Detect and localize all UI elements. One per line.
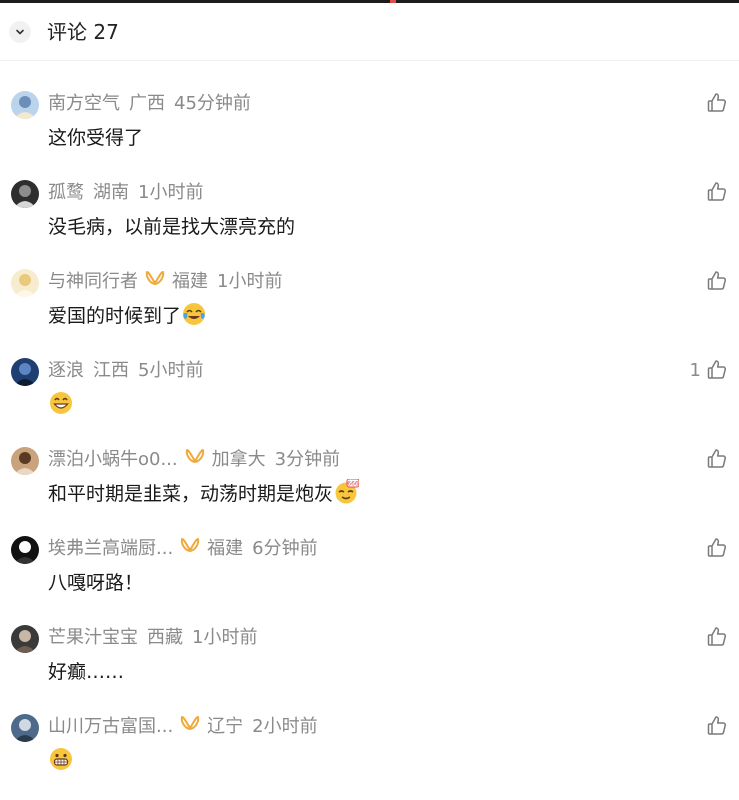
thumbs-up-icon bbox=[707, 360, 727, 379]
fan-badge bbox=[145, 269, 165, 292]
thumbs-up-icon bbox=[707, 449, 727, 468]
location: 福建 bbox=[207, 538, 244, 559]
avatar[interactable] bbox=[11, 180, 39, 208]
avatar[interactable] bbox=[11, 91, 39, 119]
like-button[interactable] bbox=[705, 624, 729, 650]
username[interactable]: 孤鹜 bbox=[48, 178, 84, 204]
chevron-down-icon bbox=[16, 29, 24, 35]
comment-text bbox=[48, 388, 74, 418]
thumbs-up-icon bbox=[707, 271, 727, 290]
comment-item[interactable]: 芒果汁宝宝 西藏 1小时前 好癫…… bbox=[0, 621, 739, 710]
avatar[interactable] bbox=[11, 714, 39, 742]
username[interactable]: 芒果汁宝宝 bbox=[48, 623, 138, 649]
comment-text: 爱国的时候到了 bbox=[48, 299, 207, 329]
comment-meta: 埃弗兰高端厨... 福建 6分钟前 bbox=[48, 534, 318, 560]
comment-meta: 漂泊小蜗牛o0... 加拿大 3分钟前 bbox=[48, 445, 340, 471]
comment-item[interactable]: 逐浪 江西 5小时前 1 bbox=[0, 354, 739, 443]
like-button[interactable] bbox=[705, 268, 729, 294]
username[interactable]: 山川万古富国... bbox=[48, 712, 173, 738]
timestamp: 1小时前 bbox=[138, 182, 204, 203]
header-divider bbox=[0, 60, 739, 61]
comment-body: 爱国的时候到了 bbox=[48, 304, 182, 327]
comment-text: 没毛病，以前是找大漂亮充的 bbox=[48, 210, 295, 240]
username[interactable]: 漂泊小蜗牛o0... bbox=[48, 445, 178, 471]
location: 广西 bbox=[129, 93, 165, 114]
fan-badge-icon bbox=[180, 715, 200, 730]
timestamp: 1小时前 bbox=[217, 271, 283, 292]
fan-badge bbox=[180, 536, 200, 559]
svg-text:666: 666 bbox=[347, 481, 359, 488]
grinning-face-emoji bbox=[50, 392, 72, 414]
666-face-emoji: 666 bbox=[335, 479, 360, 504]
thumbs-up-icon bbox=[707, 716, 727, 735]
like-button[interactable] bbox=[705, 90, 729, 116]
like-count: 1 bbox=[689, 359, 701, 381]
fan-badge bbox=[185, 447, 205, 470]
avatar[interactable] bbox=[11, 625, 39, 653]
like-button[interactable] bbox=[705, 179, 729, 205]
thumbs-up-icon bbox=[707, 182, 727, 201]
comment-item[interactable]: 山川万古富国... 辽宁 2小时前 bbox=[0, 710, 739, 799]
timestamp: 5小时前 bbox=[138, 360, 204, 381]
avatar[interactable] bbox=[11, 269, 39, 297]
location: 湖南 bbox=[93, 182, 129, 203]
comment-text bbox=[48, 744, 74, 774]
timestamp: 1小时前 bbox=[192, 627, 258, 648]
location: 江西 bbox=[93, 360, 129, 381]
comment-body: 好癫…… bbox=[48, 660, 125, 683]
collapse-button[interactable] bbox=[9, 21, 31, 43]
location: 福建 bbox=[172, 271, 208, 292]
like-button[interactable]: 1 bbox=[690, 357, 729, 383]
fan-badge-icon bbox=[180, 537, 200, 552]
avatar[interactable] bbox=[11, 447, 39, 475]
comment-item[interactable]: 南方空气 广西 45分钟前 这你受得了 bbox=[0, 87, 739, 176]
fan-badge-icon bbox=[145, 270, 165, 285]
like-button[interactable] bbox=[705, 446, 729, 472]
username[interactable]: 埃弗兰高端厨... bbox=[48, 534, 173, 560]
thumbs-up-icon bbox=[707, 627, 727, 646]
like-button[interactable] bbox=[705, 713, 729, 739]
avatar[interactable] bbox=[11, 536, 39, 564]
like-button[interactable] bbox=[705, 535, 729, 561]
fan-badge-icon bbox=[185, 448, 204, 463]
timestamp: 2小时前 bbox=[252, 716, 318, 737]
comment-meta: 山川万古富国... 辽宁 2小时前 bbox=[48, 712, 318, 738]
thumbs-up-icon bbox=[707, 93, 727, 112]
username[interactable]: 逐浪 bbox=[48, 356, 84, 382]
comment-meta: 芒果汁宝宝 西藏 1小时前 bbox=[48, 623, 257, 649]
comment-body: 八嘎呀路！ bbox=[48, 571, 144, 594]
thumbs-up-icon bbox=[707, 538, 727, 557]
comments-title: 评论 27 bbox=[47, 20, 119, 44]
comment-meta: 与神同行者 福建 1小时前 bbox=[48, 267, 282, 293]
fan-badge bbox=[180, 714, 200, 737]
location: 辽宁 bbox=[207, 716, 244, 737]
username[interactable]: 南方空气 bbox=[48, 89, 120, 115]
comments-header: 评论 27 bbox=[0, 3, 739, 61]
avatar[interactable] bbox=[11, 358, 39, 386]
timestamp: 45分钟前 bbox=[174, 93, 251, 114]
comment-meta: 南方空气 广西 45分钟前 bbox=[48, 89, 251, 115]
comment-text: 这你受得了 bbox=[48, 121, 143, 151]
comment-meta: 逐浪 江西 5小时前 bbox=[48, 356, 203, 382]
comment-body: 没毛病，以前是找大漂亮充的 bbox=[48, 215, 296, 238]
comment-body: 和平时期是韭菜，动荡时期是炮灰 bbox=[48, 482, 334, 505]
comment-text: 好癫…… bbox=[48, 655, 124, 685]
comment-text: 八嘎呀路！ bbox=[48, 566, 143, 596]
location: 西藏 bbox=[147, 627, 183, 648]
comment-item[interactable]: 埃弗兰高端厨... 福建 6分钟前 八嘎呀路！ bbox=[0, 532, 739, 621]
username[interactable]: 与神同行者 bbox=[48, 267, 138, 293]
comment-item[interactable]: 与神同行者 福建 1小时前 爱国的时候到了 bbox=[0, 265, 739, 354]
timestamp: 6分钟前 bbox=[252, 538, 318, 559]
comment-text: 和平时期是韭菜，动荡时期是炮灰 666 bbox=[48, 477, 360, 507]
comment-body: 这你受得了 bbox=[48, 126, 144, 149]
comment-item[interactable]: 孤鹜 湖南 1小时前 没毛病，以前是找大漂亮充的 bbox=[0, 176, 739, 265]
location: 加拿大 bbox=[211, 449, 266, 470]
grimacing-face-emoji bbox=[50, 748, 72, 770]
timestamp: 3分钟前 bbox=[274, 449, 341, 470]
comment-item[interactable]: 漂泊小蜗牛o0... 加拿大 3分钟前 和平时期是韭菜，动荡时期是炮灰 666 bbox=[0, 443, 739, 532]
crying-laughing-face-emoji bbox=[183, 303, 206, 325]
comment-meta: 孤鹜 湖南 1小时前 bbox=[48, 178, 203, 204]
